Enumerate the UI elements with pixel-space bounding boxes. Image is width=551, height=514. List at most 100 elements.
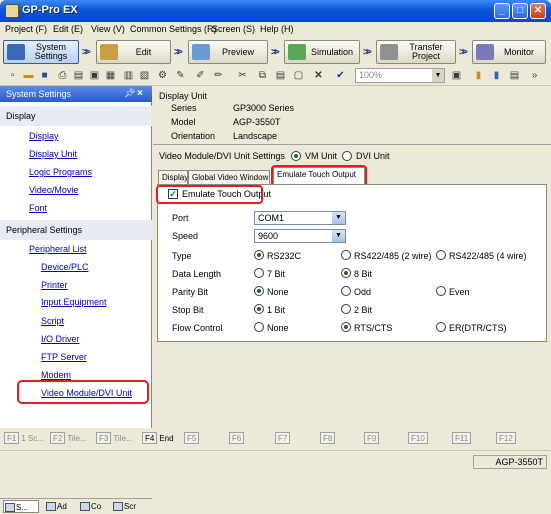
library-icon[interactable]: ▤: [508, 69, 521, 82]
tab-address[interactable]: Ad: [45, 500, 75, 513]
system-settings-button[interactable]: System Settings: [3, 40, 79, 64]
tab-screen[interactable]: Scr: [112, 500, 150, 513]
link-script[interactable]: Script: [41, 316, 64, 326]
link-input-equipment[interactable]: Input Equipment: [41, 297, 107, 307]
spell-check-icon[interactable]: ✔: [334, 69, 347, 82]
function-key-bar: F1 1 Sc... F2 Tile... F3 Tile... F4 End F5 F…: [0, 428, 551, 450]
link-printer[interactable]: Printer: [41, 280, 68, 290]
preview-button[interactable]: Preview: [188, 40, 268, 64]
menu-help[interactable]: Help (H): [260, 24, 294, 34]
folder-icon[interactable]: ▥: [122, 69, 135, 82]
stop-2bit-label: 2 Bit: [354, 305, 373, 315]
fkey-f12[interactable]: F12: [496, 432, 518, 446]
preview-doc-icon[interactable]: ▤: [72, 69, 85, 82]
cut-icon[interactable]: ✂: [236, 69, 249, 82]
copy-icon[interactable]: ⧉: [256, 69, 269, 82]
window-icon[interactable]: ▣: [450, 69, 463, 82]
minimize-button[interactable]: _: [494, 3, 510, 19]
link-device-plc[interactable]: Device/PLC: [41, 262, 89, 272]
palette-icon: [100, 44, 118, 60]
stop-1bit-radio[interactable]: [254, 304, 264, 314]
link-video-movie[interactable]: Video/Movie: [29, 185, 78, 195]
properties-icon[interactable]: ▧: [138, 69, 151, 82]
data-length-8bit-radio[interactable]: [341, 268, 351, 278]
address-icon[interactable]: ▮: [490, 69, 503, 82]
screen-icon: [113, 502, 123, 511]
type-label: Type: [172, 251, 192, 261]
pin-icon[interactable]: 📌︎: [124, 88, 135, 99]
fkey-f9[interactable]: F9: [364, 432, 381, 446]
monitor-button[interactable]: Monitor: [472, 40, 546, 64]
parity-none-radio[interactable]: [254, 286, 264, 296]
fkey-f5[interactable]: F5: [184, 432, 201, 446]
type-rs232c-radio[interactable]: [254, 250, 264, 260]
fkey-f2[interactable]: F2 Tile...: [50, 432, 87, 446]
workflow-bar: System Settings >> Edit >> Preview >> Si…: [0, 38, 551, 66]
link-display-unit[interactable]: Display Unit: [29, 149, 77, 159]
close-button[interactable]: ✕: [530, 3, 546, 19]
delete-icon[interactable]: ✕: [312, 69, 325, 82]
link-ftp-server[interactable]: FTP Server: [41, 352, 87, 362]
link-modem[interactable]: Modem: [41, 370, 71, 380]
open-icon[interactable]: ▬: [22, 69, 35, 82]
maximize-button[interactable]: □: [512, 3, 528, 19]
vm-unit-radio[interactable]: [291, 151, 301, 161]
wrench-icon[interactable]: ✎: [174, 69, 187, 82]
tool-icon[interactable]: ⚙: [156, 69, 169, 82]
link-display[interactable]: Display: [29, 131, 59, 141]
parity-even-radio[interactable]: [436, 286, 446, 296]
transfer-project-button[interactable]: Transfer Project: [376, 40, 456, 64]
flow-rts-cts-radio[interactable]: [341, 322, 351, 332]
menu-common-settings[interactable]: Common Settings (R): [130, 24, 217, 34]
port-select[interactable]: COM1 ▼: [254, 211, 346, 225]
fkey-f11[interactable]: F11: [452, 432, 473, 446]
fkey-f8[interactable]: F8: [320, 432, 337, 446]
clipboard-icon[interactable]: ▢: [292, 69, 305, 82]
fkey-f6[interactable]: F6: [229, 432, 246, 446]
print-icon[interactable]: ⎙: [56, 69, 69, 82]
link-io-driver[interactable]: I/O Driver: [41, 334, 80, 344]
model-value: AGP-3550T: [233, 117, 281, 127]
orientation-value: Landscape: [233, 131, 278, 141]
zoom-select[interactable]: 100% ▼: [355, 68, 445, 83]
dvi-unit-label: DVI Unit: [356, 151, 390, 161]
simulation-button[interactable]: Simulation: [284, 40, 360, 64]
tab-system-settings[interactable]: S...: [3, 500, 39, 513]
data-length-7bit-radio[interactable]: [254, 268, 264, 278]
type-rs422-2wire-radio[interactable]: [341, 250, 351, 260]
link-logic-programs[interactable]: Logic Programs: [29, 167, 92, 177]
fkey-f1[interactable]: F1 1 Sc...: [4, 432, 44, 446]
link-font[interactable]: Font: [29, 203, 47, 213]
tab-common[interactable]: Co: [79, 500, 109, 513]
type-rs422-4wire-radio[interactable]: [436, 250, 446, 260]
close-icon[interactable]: ×: [137, 88, 143, 99]
fkey-f10[interactable]: F10: [408, 432, 430, 446]
menu-project[interactable]: Project (F): [5, 24, 47, 34]
overflow-icon[interactable]: »: [528, 69, 541, 82]
pen-icon[interactable]: ✐: [194, 69, 207, 82]
fkey-f3[interactable]: F3 Tile...: [96, 432, 133, 446]
screen-icon[interactable]: ▣: [88, 69, 101, 82]
link-peripheral-list[interactable]: Peripheral List: [29, 244, 87, 254]
stop-2bit-radio[interactable]: [341, 304, 351, 314]
fkey-f7[interactable]: F7: [275, 432, 292, 446]
tag-icon[interactable]: ▮: [472, 69, 485, 82]
fkey-f4[interactable]: F4 End: [142, 432, 174, 446]
screen-list-icon[interactable]: ▦: [104, 69, 117, 82]
tab-display[interactable]: Display: [158, 170, 188, 184]
menu-screen[interactable]: Screen (S): [212, 24, 255, 34]
tab-global-video-window[interactable]: Global Video Window: [188, 170, 270, 184]
menu-edit[interactable]: Edit (E): [53, 24, 83, 34]
save-icon[interactable]: ■: [38, 69, 51, 82]
paste-icon[interactable]: ▤: [274, 69, 287, 82]
flow-control-label: Flow Control: [172, 323, 223, 333]
parity-odd-radio[interactable]: [341, 286, 351, 296]
flow-none-radio[interactable]: [254, 322, 264, 332]
flow-er-dtr-cts-radio[interactable]: [436, 322, 446, 332]
edit-button[interactable]: Edit: [96, 40, 171, 64]
new-icon[interactable]: ▫: [6, 69, 19, 82]
dvi-unit-radio[interactable]: [342, 151, 352, 161]
speed-select[interactable]: 9600 ▼: [254, 229, 346, 243]
menu-view[interactable]: View (V): [91, 24, 125, 34]
brush-icon[interactable]: ✏: [212, 69, 225, 82]
